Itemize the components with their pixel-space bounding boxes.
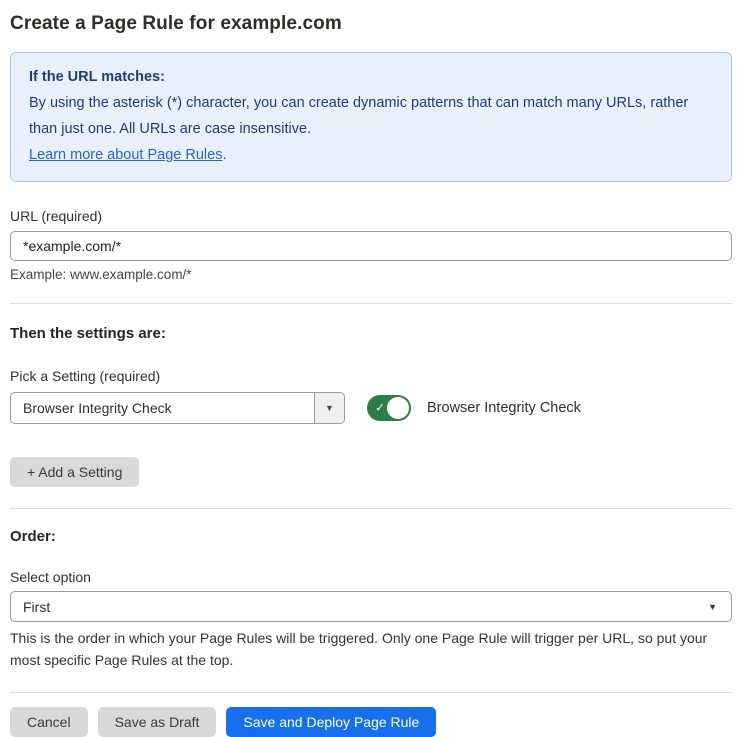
url-field-helper: Example: www.example.com/* <box>10 267 732 282</box>
learn-more-link[interactable]: Learn more about Page Rules <box>29 147 222 163</box>
divider <box>10 692 732 693</box>
info-box-heading: If the URL matches: <box>29 64 713 90</box>
check-icon: ✓ <box>375 401 385 415</box>
toggle-label: Browser Integrity Check <box>427 400 581 416</box>
save-and-deploy-button[interactable]: Save and Deploy Page Rule <box>226 707 436 737</box>
cancel-button[interactable]: Cancel <box>10 707 88 737</box>
toggle-knob <box>387 397 409 419</box>
url-field-label: URL (required) <box>10 208 732 224</box>
order-select[interactable]: First ▼ <box>10 591 732 622</box>
order-select-label: Select option <box>10 569 732 585</box>
setting-select-value: Browser Integrity Check <box>11 393 314 423</box>
link-suffix: . <box>222 147 226 163</box>
url-matches-info-box: If the URL matches: By using the asteris… <box>10 52 732 182</box>
info-box-body: By using the asterisk (*) character, you… <box>29 90 713 142</box>
browser-integrity-toggle[interactable]: ✓ <box>367 395 411 421</box>
url-input[interactable] <box>10 231 732 261</box>
order-section-heading: Order: <box>10 528 732 545</box>
chevron-down-icon: ▼ <box>708 602 717 612</box>
setting-row: Browser Integrity Check ▼ ✓ Browser Inte… <box>10 392 732 424</box>
page-title: Create a Page Rule for example.com <box>10 13 732 35</box>
setting-select[interactable]: Browser Integrity Check ▼ <box>10 392 345 424</box>
save-as-draft-button[interactable]: Save as Draft <box>98 707 217 737</box>
order-select-value: First <box>23 599 50 615</box>
divider <box>10 303 732 304</box>
footer-actions: Cancel Save as Draft Save and Deploy Pag… <box>10 707 732 737</box>
add-setting-button[interactable]: + Add a Setting <box>10 457 139 487</box>
setting-picker-label: Pick a Setting (required) <box>10 368 732 384</box>
info-box-link-line: Learn more about Page Rules. <box>29 142 713 168</box>
settings-section-heading: Then the settings are: <box>10 325 732 342</box>
divider <box>10 508 732 509</box>
page-rule-form: Create a Page Rule for example.com If th… <box>10 0 732 737</box>
setting-select-arrow-button[interactable]: ▼ <box>314 393 344 423</box>
order-helper-text: This is the order in which your Page Rul… <box>10 627 732 671</box>
chevron-down-icon: ▼ <box>325 403 334 413</box>
